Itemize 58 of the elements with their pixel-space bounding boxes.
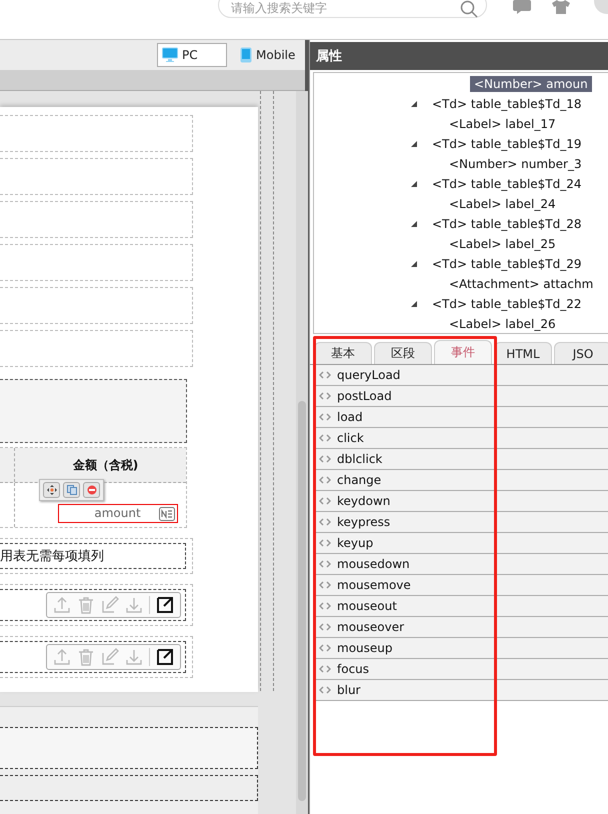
- tree-item[interactable]: <Label> label_25: [445, 236, 560, 252]
- event-name: mousemove: [337, 578, 411, 592]
- event-name: load: [337, 410, 363, 424]
- event-name: postLoad: [337, 389, 392, 403]
- tab[interactable]: 事件: [434, 340, 492, 364]
- event-name: focus: [337, 662, 370, 676]
- event-row[interactable]: dblclick: [315, 449, 608, 470]
- event-row[interactable]: keypress: [315, 512, 608, 533]
- field-value: amount: [94, 506, 141, 520]
- event-name: queryLoad: [337, 368, 400, 382]
- tree-item[interactable]: <Label> label_26: [445, 316, 560, 332]
- event-row[interactable]: mousemove: [315, 575, 608, 596]
- event-row[interactable]: mouseout: [315, 596, 608, 617]
- event-name: mouseout: [337, 599, 397, 613]
- panel-title: 属性: [310, 42, 608, 70]
- event-row[interactable]: mousedown: [315, 554, 608, 575]
- column-header: 金额（含税): [72, 456, 140, 474]
- event-row[interactable]: load: [315, 407, 608, 428]
- view-tab[interactable]: PC: [157, 43, 227, 67]
- tree-item[interactable]: <Attachment> attachm: [445, 276, 598, 292]
- search-field[interactable]: 请输入搜索关键字: [218, 0, 487, 18]
- event-name: blur: [337, 683, 360, 697]
- event-name: keypress: [337, 515, 390, 529]
- tree-item[interactable]: <Label> label_17: [445, 116, 560, 132]
- amount-field[interactable]: amount: [58, 504, 178, 522]
- event-name: keydown: [337, 494, 390, 508]
- event-name: dblclick: [337, 452, 382, 466]
- event-row[interactable]: mouseover: [315, 617, 608, 638]
- tab[interactable]: 区段: [374, 342, 432, 364]
- tree-item[interactable]: <Td> table_table$Td_22: [428, 296, 586, 312]
- event-row[interactable]: focus: [315, 659, 608, 680]
- view-tab[interactable]: Mobile: [235, 43, 305, 67]
- event-row[interactable]: postLoad: [315, 386, 608, 407]
- event-name: keyup: [337, 536, 374, 550]
- tree-item[interactable]: <Number> number_3: [445, 156, 586, 172]
- event-row[interactable]: keyup: [315, 533, 608, 554]
- event-row[interactable]: mouseup: [315, 638, 608, 659]
- event-name: change: [337, 473, 382, 487]
- event-name: click: [337, 431, 364, 445]
- tree-item[interactable]: <Number> amoun: [470, 76, 592, 92]
- event-row[interactable]: queryLoad: [315, 365, 608, 386]
- event-name: mousedown: [337, 557, 410, 571]
- event-name: mouseup: [337, 641, 392, 655]
- tree-item[interactable]: <Td> table_table$Td_24: [428, 176, 586, 192]
- event-name: mouseover: [337, 620, 404, 634]
- event-row[interactable]: blur: [315, 680, 608, 701]
- event-row[interactable]: change: [315, 470, 608, 491]
- tree-item[interactable]: <Td> table_table$Td_18: [428, 96, 586, 112]
- tab[interactable]: HTML: [494, 342, 552, 364]
- tab[interactable]: JSO: [554, 342, 608, 364]
- event-row[interactable]: click: [315, 428, 608, 449]
- event-row[interactable]: keydown: [315, 491, 608, 512]
- tree-item[interactable]: <Td> table_table$Td_19: [428, 136, 586, 152]
- tree-item[interactable]: <Td> table_table$Td_29: [428, 256, 586, 272]
- tree-item[interactable]: <Td> table_table$Td_28: [428, 216, 586, 232]
- note-text: 用表无需每项填列: [0, 543, 186, 569]
- tab[interactable]: 基本: [314, 342, 372, 364]
- tree-item[interactable]: <Label> label_24: [445, 196, 560, 212]
